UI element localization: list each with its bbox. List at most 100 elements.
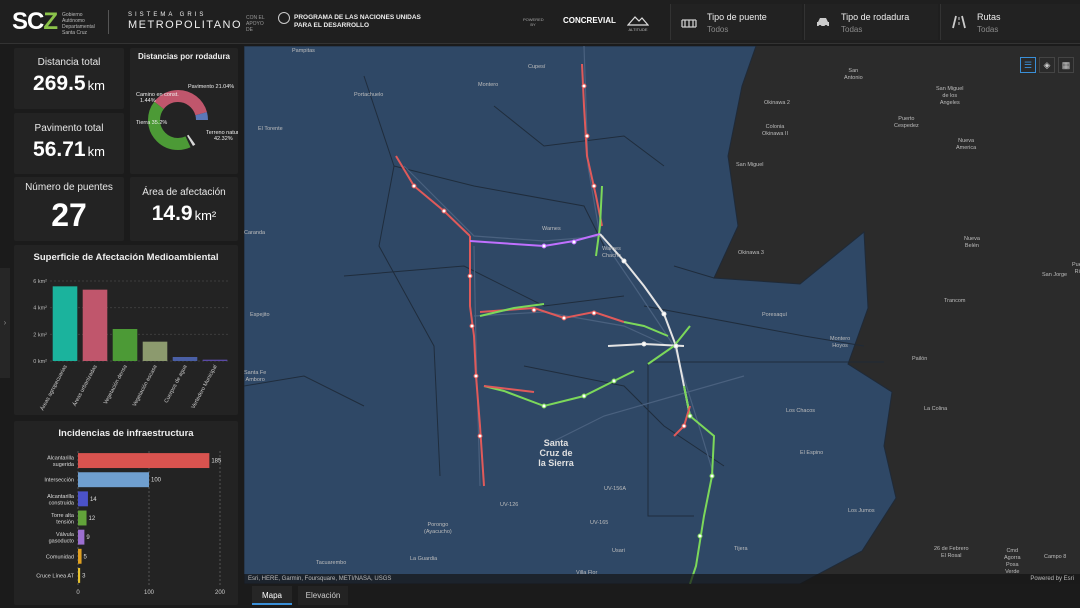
- bar[interactable]: [172, 357, 198, 361]
- bar[interactable]: [112, 329, 138, 361]
- y-tick-label-line: Intersección: [44, 478, 74, 484]
- donut-label-pavimento: Pavimento 21.04%: [188, 84, 234, 90]
- filter-surface-type-label: Tipo de rodadura: [841, 12, 910, 22]
- powered-by-esri[interactable]: Powered by Esri: [1030, 574, 1074, 584]
- y-tick-label-line: Alcantarilla: [47, 456, 75, 462]
- y-tick-label: Cruce Línea AT: [36, 573, 74, 579]
- place-label: Usari: [612, 548, 625, 554]
- bridge-icon: [681, 14, 697, 30]
- place-label: Nueva Belén: [964, 236, 980, 249]
- tab-elevacion[interactable]: Elevación: [298, 586, 348, 605]
- env-chart-card: Superficie de Afectación Medioambiental …: [14, 245, 238, 415]
- place-label: Santa Fe Amboro: [244, 370, 267, 383]
- city-label: Santa Cruz de la Sierra: [538, 438, 574, 468]
- place-label: Los Chacos: [786, 408, 816, 414]
- bar[interactable]: [78, 567, 81, 583]
- donut-label-terreno: Terreno natura42.32%: [206, 130, 238, 142]
- filter-routes[interactable]: Rutas Todas: [940, 4, 1080, 40]
- place-label: Montero Hoyos: [830, 336, 851, 349]
- sgm-logo-line2: METROPOLITANO: [128, 19, 243, 31]
- stat-unit: km²: [194, 208, 217, 223]
- x-tick-label: Vegetación escasa: [132, 363, 159, 407]
- place-label: Puerto Cespedez: [894, 116, 919, 129]
- sidebar-toggle[interactable]: ›: [0, 268, 10, 378]
- bar-value-label: 14: [90, 497, 97, 503]
- donut-label-tierra: Tierra 35.2%: [136, 120, 167, 126]
- place-label: Colonia Okinawa II: [762, 124, 788, 137]
- place-label: Campo 8: [1044, 554, 1067, 560]
- filter-routes-value: Todas: [977, 25, 999, 34]
- map-view[interactable]: Pampitas Cupesí Montero Portachuelo Okinawa …: [244, 46, 1080, 584]
- stat-number: 56.71: [33, 138, 86, 161]
- donut-chart[interactable]: Pavimento 21.04% Camino en const. 1.44% T…: [130, 64, 238, 174]
- donut-title: Distancias por rodadura: [137, 52, 231, 61]
- stat-unit: km: [87, 78, 105, 93]
- mountain-icon: [626, 16, 650, 26]
- y-tick-label-line: Torre alta: [51, 513, 75, 519]
- filter-bridge-type[interactable]: Tipo de puente Todos: [670, 4, 802, 40]
- bar[interactable]: [78, 491, 88, 507]
- bar[interactable]: [52, 286, 78, 361]
- stat-title: Distancia total: [37, 57, 101, 68]
- donut-label-camino-line2: 1.44%: [140, 98, 156, 104]
- place-label: Caranda: [244, 230, 266, 236]
- y-tick-label-line: Comunidad: [46, 554, 74, 560]
- y-tick-label-line: tensión: [56, 520, 74, 526]
- place-label: Puerto Rico: [1072, 262, 1080, 275]
- filter-bridge-type-value: Todos: [707, 25, 729, 34]
- place-label: Porongo (Ayacucho): [424, 522, 452, 535]
- filter-surface-type-value: Todas: [841, 25, 863, 34]
- y-tick-label-line: construida: [49, 500, 75, 506]
- bar-value-label: 12: [89, 516, 96, 522]
- legend-list-icon[interactable]: ☰: [1020, 57, 1036, 73]
- bar[interactable]: [78, 529, 85, 545]
- x-tick-label: Vegetación densa: [103, 363, 129, 405]
- y-tick-label: Alcantarilla construida: [47, 494, 75, 507]
- undp-line1: PROGRAMA DE LAS NACIONES UNIDAS: [294, 14, 421, 21]
- x-tick-label: Cuerpos de agua: [164, 363, 190, 404]
- stat-value: 27: [51, 197, 87, 233]
- tab-mapa[interactable]: Mapa: [252, 586, 292, 605]
- bar[interactable]: [78, 453, 210, 469]
- stat-title: Área de afectación: [142, 187, 226, 198]
- stat-card-pavimento: Pavimento total 56.71 km: [14, 113, 124, 174]
- place-label: 26 de Febrero El Rosal: [934, 546, 969, 559]
- x-tick-label: Áreas urbanizadas: [71, 363, 99, 407]
- filter-routes-label: Rutas: [977, 12, 1001, 22]
- place-label: Okinawa 2: [764, 100, 790, 106]
- basemap-gallery-icon[interactable]: ▦: [1058, 57, 1074, 73]
- bar[interactable]: [202, 359, 228, 361]
- place-label: UV-156A: [604, 486, 627, 492]
- y-tick-label-line: Cruce Línea AT: [36, 573, 74, 579]
- undp-line2: PARA EL DESARROLLO: [294, 22, 369, 29]
- bar[interactable]: [78, 548, 82, 564]
- layers-icon[interactable]: ◈: [1039, 57, 1055, 73]
- x-tick-label: 100: [144, 590, 155, 596]
- place-label: Okinawa 3: [738, 250, 764, 256]
- bar[interactable]: [82, 289, 108, 361]
- y-tick-label: Alcantarilla sugerida: [47, 456, 75, 469]
- attribution-text: Esri, HERE, Garmin, Foursquare, METI/NAS…: [248, 576, 392, 582]
- stat-unit: km: [87, 144, 105, 159]
- place-label: Cmd Agorra Posa Verde: [1004, 548, 1021, 575]
- place-label: San Jorge: [1042, 272, 1068, 278]
- env-bar-chart: 0 km² 2 km² 4 km² 6 km² Áreas agropecuarias Á…: [33, 279, 230, 412]
- bar[interactable]: [78, 472, 149, 488]
- app-header: SCZ Gobierno Autónomo Departamental Sant…: [0, 0, 1080, 44]
- filter-surface-type[interactable]: Tipo de rodadura Todas: [804, 4, 938, 40]
- y-tick-label-line: sugerida: [53, 462, 75, 468]
- header-divider: [108, 10, 109, 34]
- road-icon: [951, 14, 967, 30]
- concrevial-logo: CONCREVIAL: [563, 16, 616, 25]
- place-label: San Miguel de los Angeles: [936, 86, 964, 106]
- map-canvas[interactable]: [244, 46, 1080, 584]
- place-label: Trancom: [944, 298, 966, 304]
- stat-number: 269.5: [33, 72, 86, 95]
- bar[interactable]: [142, 341, 168, 361]
- donut-label-terreno-line2: 42.32%: [214, 136, 233, 142]
- place-label: Montero: [478, 82, 499, 88]
- place-label: Portachuelo: [354, 92, 384, 98]
- support-text: CON EL APOYO DE: [246, 15, 265, 33]
- env-chart-title: Superficie de Afectación Medioambiental: [33, 252, 219, 263]
- bar[interactable]: [78, 510, 87, 526]
